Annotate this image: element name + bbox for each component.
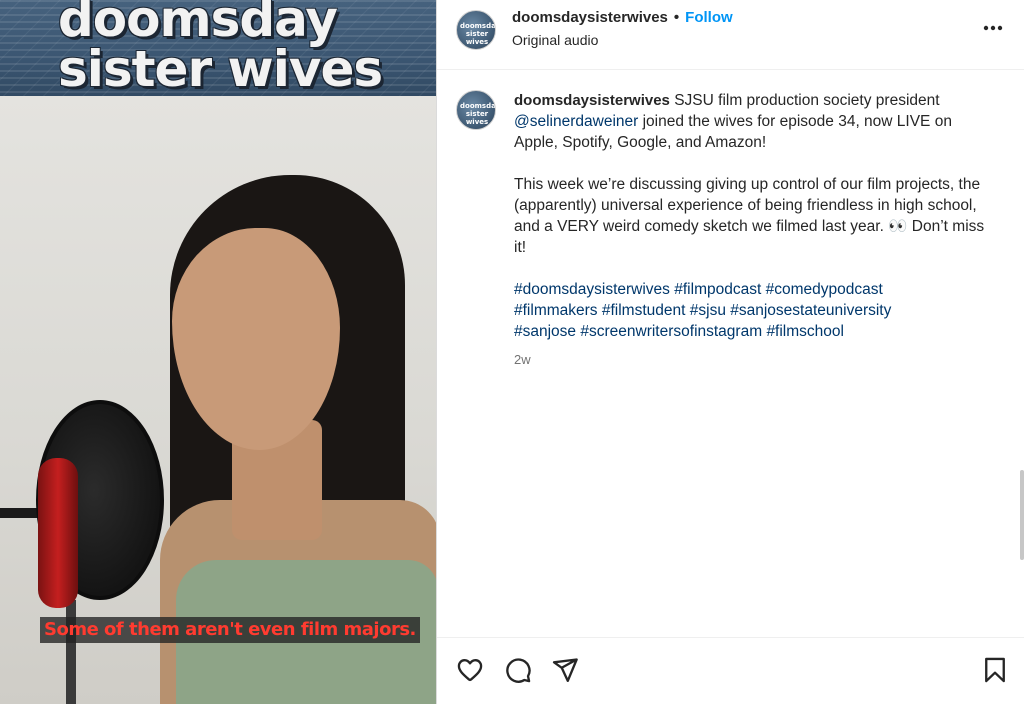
avatar-logo-text: doomsday sister wives xyxy=(460,22,496,46)
hashtag-link[interactable]: #filmmakers xyxy=(514,302,598,319)
more-options-icon[interactable] xyxy=(981,16,1005,40)
header-user-line: doomsdaysisterwives • Follow xyxy=(512,9,733,26)
mention-link[interactable]: @selinerdaweiner xyxy=(514,113,638,130)
video-subtitle: Some of them aren't even film majors. xyxy=(40,617,420,643)
username-link[interactable]: doomsdaysisterwives xyxy=(512,9,668,26)
show-title-overlay: doomsday sister wives xyxy=(58,0,388,94)
caption-text: doomsdaysisterwives SJSU film production… xyxy=(514,90,994,342)
share-icon xyxy=(552,658,578,683)
caption-paragraph-1: doomsdaysisterwives SJSU film production… xyxy=(514,90,994,153)
comment-icon xyxy=(506,658,531,683)
post-sidebar: doomsday sister wives doomsdaysisterwive… xyxy=(436,0,1024,704)
post-timestamp[interactable]: 2w xyxy=(514,352,531,367)
show-title-line1: doomsday xyxy=(58,0,338,48)
audio-link[interactable]: Original audio xyxy=(512,32,598,48)
hashtag-link[interactable]: #screenwritersofinstagram xyxy=(580,323,762,340)
like-button[interactable] xyxy=(456,656,484,684)
avatar[interactable]: doomsday sister wives xyxy=(456,10,496,50)
hashtag-link[interactable]: #filmschool xyxy=(766,323,844,340)
separator-dot: • xyxy=(673,9,680,26)
hashtag-link[interactable]: #sanjosestateuniversity xyxy=(730,302,891,319)
share-button[interactable] xyxy=(551,656,579,684)
comment-button[interactable] xyxy=(504,656,532,684)
show-title-line2: sister wives xyxy=(58,40,383,98)
instagram-post-view: doomsday sister wives Some of them aren'… xyxy=(0,0,1024,704)
hashtag-link[interactable]: #filmpodcast xyxy=(674,281,761,298)
avatar-logo-text: doomsday sister wives xyxy=(460,102,496,126)
more-horizontal-icon xyxy=(983,25,1003,31)
post-header: doomsday sister wives doomsdaysisterwive… xyxy=(437,0,1024,70)
scrollbar[interactable] xyxy=(1020,470,1024,560)
mic-stand-pole xyxy=(66,600,76,704)
hashtag-link[interactable]: #sanjose xyxy=(514,323,576,340)
caption-paragraph-2: This week we’re discussing giving up con… xyxy=(514,176,985,256)
video-player[interactable]: doomsday sister wives Some of them aren'… xyxy=(0,0,436,704)
hashtag-link[interactable]: #comedypodcast xyxy=(766,281,883,298)
hashtag-link[interactable]: #sjsu xyxy=(690,302,726,319)
heart-icon xyxy=(457,659,483,682)
caption-username[interactable]: doomsdaysisterwives xyxy=(514,92,670,109)
action-bar xyxy=(437,637,1024,704)
save-button[interactable] xyxy=(981,656,1009,684)
hashtag-list: #doomsdaysisterwives #filmpodcast #comed… xyxy=(514,279,994,342)
hashtag-link[interactable]: #doomsdaysisterwives xyxy=(514,281,670,298)
microphone xyxy=(38,458,78,608)
follow-button[interactable]: Follow xyxy=(685,9,733,26)
bookmark-icon xyxy=(985,657,1005,683)
caption-avatar[interactable]: doomsday sister wives xyxy=(456,90,496,130)
hashtag-link[interactable]: #filmstudent xyxy=(602,302,686,319)
caption-line1: SJSU film production society president xyxy=(674,92,940,109)
